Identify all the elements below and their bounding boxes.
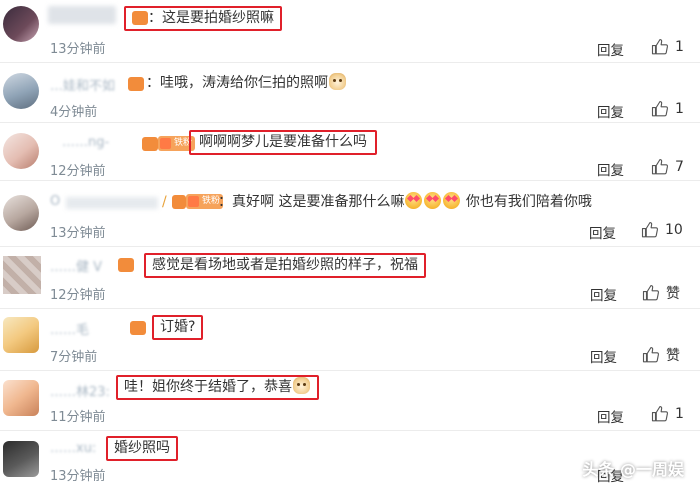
thumbs-up-icon bbox=[642, 346, 660, 363]
username[interactable]: ……毛 bbox=[50, 319, 89, 338]
timestamp: 13分钟前 bbox=[50, 42, 106, 57]
avatar[interactable] bbox=[3, 73, 39, 109]
reply-button[interactable]: 回复 bbox=[597, 39, 624, 59]
like-count: 10 bbox=[665, 222, 683, 238]
fan-badge-icon bbox=[172, 195, 186, 209]
like-button[interactable]: 7 bbox=[651, 158, 684, 176]
thumbs-up-icon bbox=[651, 405, 669, 422]
comment-text: ：真好啊 这是要准备那什么嘛 你也有我们陪着你哦 bbox=[218, 192, 592, 210]
comment-row: ……健 V 感觉是看场地或者是拍婚纱照的样子，祝福 12分钟前 回复 赞 bbox=[0, 247, 700, 309]
avatar[interactable] bbox=[3, 195, 39, 231]
timestamp: 12分钟前 bbox=[50, 164, 106, 179]
comment-text-highlighted: 哇！姐你终于结婚了，恭喜 bbox=[116, 375, 319, 400]
comment-text-highlighted: 订婚? bbox=[152, 315, 204, 340]
comment-row: O / 铁粉 ：真好啊 这是要准备那什么嘛 你也有我们陪着你哦 13分钟前 回复… bbox=[0, 181, 700, 247]
avatar[interactable] bbox=[3, 6, 39, 42]
comment-row: ……林23: 哇！姐你终于结婚了，恭喜 11分钟前 回复 1 bbox=[0, 371, 700, 431]
reply-button[interactable]: 回复 bbox=[589, 222, 616, 242]
comment-text-highlighted: 感觉是看场地或者是拍婚纱照的样子，祝福 bbox=[144, 253, 426, 278]
fan-badge-icon bbox=[118, 258, 134, 272]
like-count: 1 bbox=[675, 101, 684, 117]
dog-emoji-icon bbox=[329, 73, 346, 90]
avatar[interactable] bbox=[3, 133, 39, 169]
fan-badge-icon bbox=[142, 137, 158, 151]
reply-button[interactable]: 回复 bbox=[597, 101, 624, 121]
timestamp: 11分钟前 bbox=[50, 410, 106, 425]
comment-text-highlighted: ：这是要拍婚纱照嘛 bbox=[124, 6, 282, 31]
fan-badge-icon bbox=[132, 11, 148, 25]
like-button[interactable]: 赞 bbox=[642, 283, 680, 303]
like-count: 7 bbox=[675, 159, 684, 175]
like-button[interactable]: 1 bbox=[651, 405, 684, 423]
timestamp: 4分钟前 bbox=[50, 105, 98, 120]
like-label: 赞 bbox=[666, 286, 680, 302]
reply-button[interactable]: 回复 bbox=[590, 284, 617, 304]
reply-button[interactable]: 回复 bbox=[597, 406, 624, 426]
heart-eyes-emoji-icon bbox=[405, 192, 423, 209]
reply-button[interactable]: 回复 bbox=[597, 159, 624, 179]
username[interactable]: ……xu: bbox=[50, 441, 96, 456]
comment-text-highlighted: 婚纱照吗 bbox=[106, 436, 178, 461]
thumbs-up-icon bbox=[651, 158, 669, 175]
like-button[interactable]: 赞 bbox=[642, 345, 680, 365]
like-label: 赞 bbox=[666, 348, 680, 364]
timestamp: 13分钟前 bbox=[50, 469, 106, 484]
like-button[interactable]: 10 bbox=[641, 221, 683, 239]
username[interactable]: …娃和不如 bbox=[50, 75, 115, 94]
avatar[interactable] bbox=[3, 317, 39, 353]
dog-emoji-icon bbox=[293, 377, 310, 394]
timestamp: 13分钟前 bbox=[50, 226, 106, 241]
avatar[interactable] bbox=[3, 256, 41, 294]
avatar[interactable] bbox=[3, 380, 39, 416]
username[interactable] bbox=[48, 6, 116, 24]
timestamp: 7分钟前 bbox=[50, 350, 98, 365]
username-blurred bbox=[66, 197, 158, 209]
like-count: 1 bbox=[675, 39, 684, 55]
slash-mark: / bbox=[162, 194, 167, 210]
username[interactable]: O bbox=[50, 194, 60, 209]
comment-text: ：哇哦，涛涛给你仨拍的照啊 bbox=[146, 73, 347, 93]
username[interactable]: ……ng- bbox=[62, 135, 109, 150]
thumbs-up-icon bbox=[641, 221, 659, 238]
username[interactable]: ……健 V bbox=[50, 256, 102, 275]
thumbs-up-icon bbox=[651, 100, 669, 117]
heart-eyes-emoji-icon bbox=[424, 192, 442, 209]
comment-row: …娃和不如 ：哇哦，涛涛给你仨拍的照啊 4分钟前 回复 1 bbox=[0, 63, 700, 123]
like-button[interactable]: 1 bbox=[651, 38, 684, 56]
watermark: 头条 @一周娱 bbox=[582, 460, 684, 479]
like-button[interactable]: 1 bbox=[651, 100, 684, 118]
comment-row: ……ng- 铁粉 啊啊啊梦儿是要准备什么吗 12分钟前 回复 7 bbox=[0, 123, 700, 181]
comment-row: ……毛 订婚? 7分钟前 回复 赞 bbox=[0, 309, 700, 371]
thumbs-up-icon bbox=[651, 38, 669, 55]
comment-row: ：这是要拍婚纱照嘛 13分钟前 回复 1 bbox=[0, 0, 700, 63]
fan-badge-icon bbox=[130, 321, 146, 335]
like-count: 1 bbox=[675, 406, 684, 422]
fan-badge-icon bbox=[128, 77, 144, 91]
heart-eyes-emoji-icon bbox=[443, 192, 461, 209]
comment-text-highlighted: 啊啊啊梦儿是要准备什么吗 bbox=[189, 130, 377, 155]
avatar[interactable] bbox=[3, 441, 39, 477]
thumbs-up-icon bbox=[642, 284, 660, 301]
username[interactable]: ……林23: bbox=[50, 381, 110, 400]
reply-button[interactable]: 回复 bbox=[590, 346, 617, 366]
timestamp: 12分钟前 bbox=[50, 288, 106, 303]
